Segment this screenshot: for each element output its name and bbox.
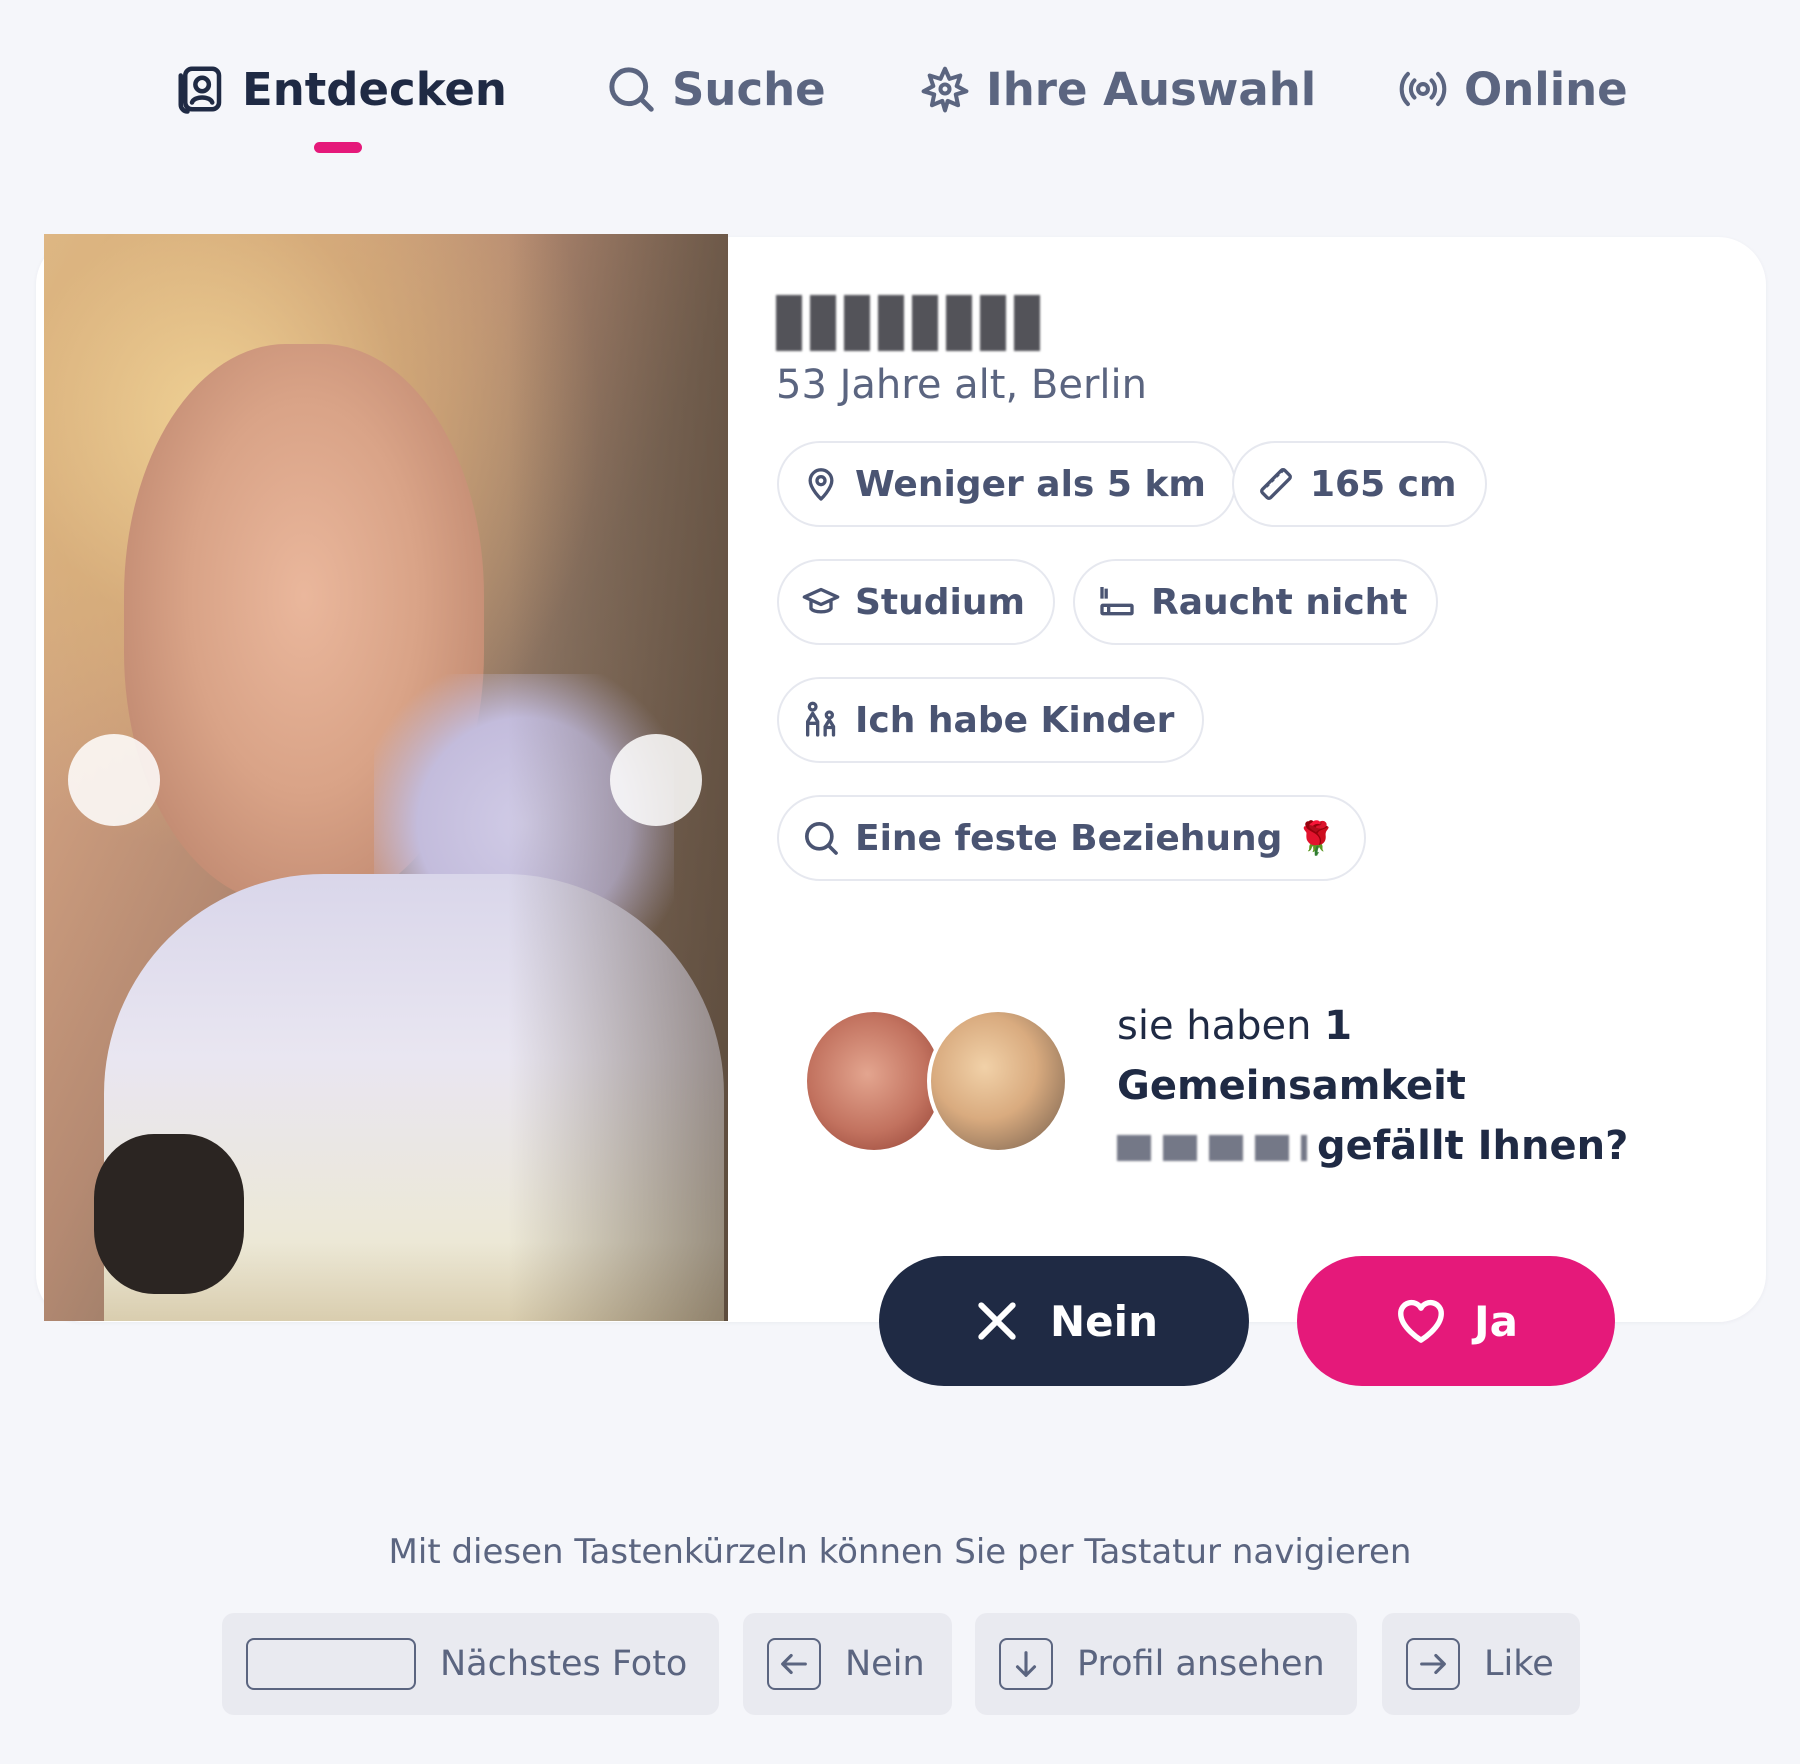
next-photo-button[interactable]	[610, 734, 702, 826]
chip-education: Studium	[777, 559, 1056, 645]
shortcut-like: Like	[1382, 1613, 1580, 1715]
tab-suche[interactable]: Suche	[604, 62, 826, 116]
ja-button[interactable]: Ja	[1297, 1256, 1615, 1386]
rose-icon: 🌹	[1296, 819, 1337, 857]
profile-photo[interactable]	[44, 234, 728, 1321]
nein-button-label: Nein	[1050, 1296, 1158, 1346]
ruler-icon	[1260, 468, 1292, 500]
graduation-cap-icon	[802, 587, 840, 614]
shortcut-next-photo: Nächstes Foto	[222, 1613, 719, 1715]
broadcast-icon	[1399, 71, 1447, 107]
heart-icon	[1398, 1299, 1444, 1343]
chip-children: Ich habe Kinder	[777, 677, 1205, 763]
common-avatars	[803, 1008, 1073, 1154]
commonality-label: Gemeinsamkeit	[1117, 1063, 1466, 1109]
chip-label: Weniger als 5 km	[855, 463, 1206, 505]
chip-label: 165 cm	[1310, 463, 1457, 505]
shortcut-hint: Mit diesen Tastenkürzeln können Sie per …	[388, 1532, 1412, 1572]
tab-entdecken[interactable]: Entdecken	[174, 62, 507, 153]
spacebar-key-icon	[246, 1638, 416, 1690]
chip-distance: Weniger als 5 km	[777, 441, 1236, 527]
shortcut-nein: Nein	[743, 1613, 952, 1715]
ja-button-label: Ja	[1474, 1296, 1518, 1346]
family-icon	[806, 701, 836, 737]
shortcut-profil-ansehen: Profil ansehen	[975, 1613, 1357, 1715]
shortcut-label: Nächstes Foto	[440, 1644, 688, 1684]
chip-label: Eine feste Beziehung	[855, 817, 1283, 859]
chip-height: 165 cm	[1232, 441, 1487, 527]
commonality-count: 1	[1324, 1003, 1353, 1049]
chip-label: Ich habe Kinder	[855, 699, 1175, 741]
commonality-text: sie haben 1 Gemeinsamkeit gefällt Ihnen?	[1117, 996, 1737, 1176]
location-pin-icon	[808, 468, 834, 501]
tab-label: Online	[1464, 62, 1628, 116]
shortcut-label: Profil ansehen	[1077, 1644, 1325, 1684]
profile-age-location: 53 Jahre alt, Berlin	[776, 362, 1147, 408]
arrow-right-key-icon	[1406, 1638, 1460, 1690]
arrow-down-key-icon	[999, 1638, 1053, 1690]
close-icon	[978, 1302, 1016, 1340]
profile-name-redacted	[776, 295, 1046, 351]
commonality-question: gefällt Ihnen?	[1317, 1123, 1629, 1169]
tab-ihre-auswahl[interactable]: Ihre Auswahl	[918, 62, 1316, 116]
chip-label: Studium	[855, 581, 1026, 623]
arrow-left-key-icon	[767, 1638, 821, 1690]
chip-smoking: Raucht nicht	[1073, 559, 1438, 645]
no-smoking-icon	[1100, 587, 1134, 616]
chip-relationship: Eine feste Beziehung 🌹	[777, 795, 1367, 881]
search-icon	[805, 822, 838, 855]
avatar	[803, 1008, 945, 1154]
discover-icon	[178, 66, 222, 114]
tab-label: Suche	[672, 62, 826, 116]
chip-label: Raucht nicht	[1151, 581, 1408, 623]
redacted-name	[1117, 1135, 1307, 1161]
commonality-prefix: sie haben	[1117, 1003, 1312, 1049]
top-navigation: Entdecken Suche Ihre Auswahl Online	[0, 52, 1800, 162]
sparkle-icon	[921, 66, 969, 113]
search-icon	[609, 67, 654, 112]
previous-photo-button[interactable]	[68, 734, 160, 826]
shortcut-label: Like	[1484, 1644, 1554, 1684]
nein-button[interactable]: Nein	[879, 1256, 1249, 1386]
avatar	[927, 1008, 1069, 1154]
tab-online[interactable]: Online	[1396, 62, 1628, 116]
tab-label: Ihre Auswahl	[986, 62, 1317, 116]
active-tab-indicator	[314, 142, 362, 153]
tab-label: Entdecken	[242, 62, 507, 116]
shortcut-label: Nein	[845, 1644, 925, 1684]
